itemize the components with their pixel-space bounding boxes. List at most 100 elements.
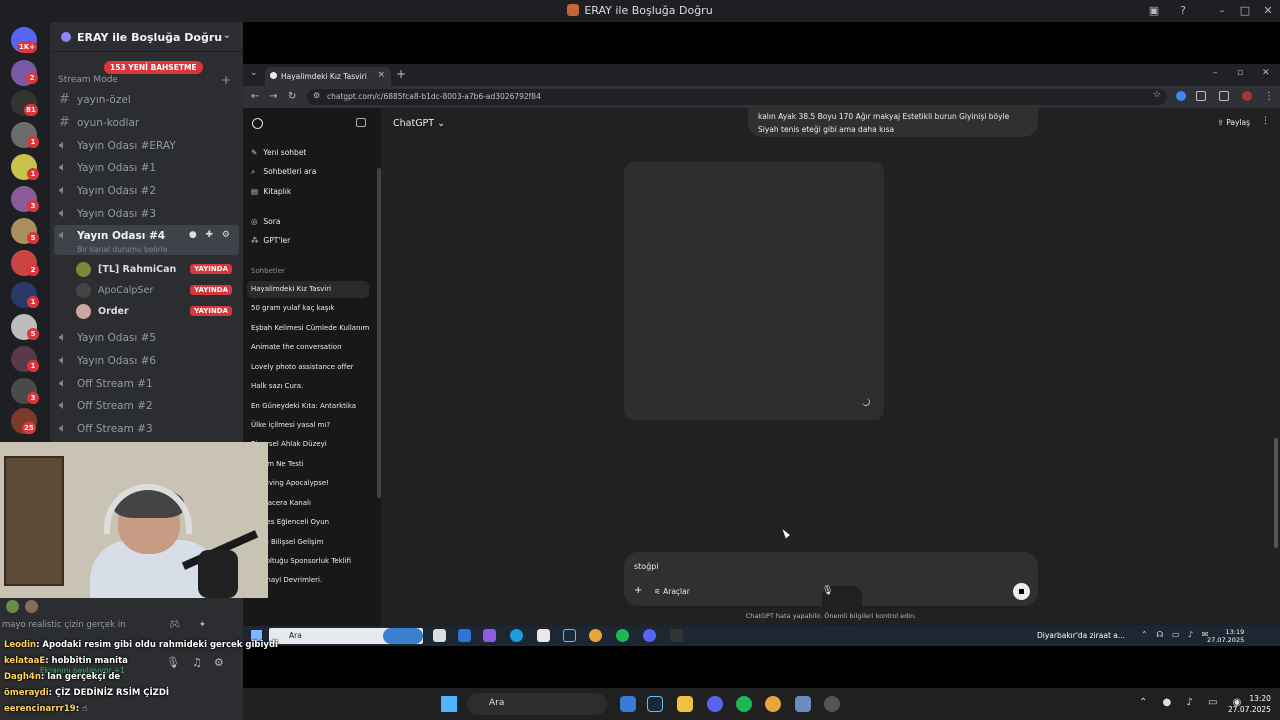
- clock[interactable]: 13:20 27.07.2025: [1228, 693, 1271, 715]
- app-icon[interactable]: [670, 629, 683, 642]
- steam-icon[interactable]: [563, 629, 576, 642]
- profile-avatar[interactable]: [1242, 91, 1252, 101]
- maximize-button[interactable]: □: [1237, 3, 1253, 19]
- spotify-icon[interactable]: [616, 629, 629, 642]
- conversation-item[interactable]: Animate the conversation: [247, 339, 369, 356]
- library-button[interactable]: ▤ Kitaplık: [251, 187, 291, 196]
- mention-pill[interactable]: 153 YENİ BAHSETME: [104, 61, 203, 74]
- headphones-icon[interactable]: ♫: [192, 656, 214, 669]
- voice-channel-item[interactable]: 🔈︎ Yayın Odası #5: [54, 327, 239, 349]
- bookmark-star-icon[interactable]: ☆: [1153, 90, 1161, 100]
- spotify-icon[interactable]: [736, 696, 752, 712]
- voice-channel-item[interactable]: 🔈︎ Yayın Odası #3: [54, 203, 239, 225]
- forward-icon[interactable]: →: [269, 91, 277, 102]
- voice-channel-item[interactable]: 🔈︎ Off Stream #2: [54, 395, 239, 417]
- system-tray[interactable]: ⌃ ☊ ▭ ♪ ✉: [1141, 630, 1211, 639]
- speaker-icon: 🔈︎: [59, 206, 67, 221]
- chrome-icon[interactable]: [765, 696, 781, 712]
- edge-icon[interactable]: [510, 629, 523, 642]
- close-button[interactable]: ✕: [1260, 3, 1276, 19]
- attach-plus-icon[interactable]: +: [634, 585, 642, 596]
- conversation-item[interactable]: En Güneydeki Kıta: Antarktika: [247, 398, 369, 415]
- conversation-item[interactable]: Lovely photo assistance offer: [247, 359, 369, 376]
- discord-icon[interactable]: [643, 629, 656, 642]
- browser-tab[interactable]: Hayalimdeki Kız Tasviri ×: [265, 67, 391, 86]
- voice-user[interactable]: ApoCalpSer YAYINDA: [76, 281, 236, 301]
- gpts-button[interactable]: ⁂ GPT'ler: [251, 236, 290, 245]
- microphone-icon[interactable]: 🎙︎: [166, 656, 192, 669]
- model-selector[interactable]: ChatGPT ⌄: [393, 118, 445, 129]
- store-icon[interactable]: [537, 629, 550, 642]
- tab-close-icon[interactable]: ×: [377, 70, 385, 80]
- voice-channel-item[interactable]: 🔈︎ Yayın Odası #ERAY: [54, 135, 239, 157]
- channel-tools[interactable]: ● ✚ ⚙: [189, 230, 233, 240]
- speaker-icon: 🔈︎: [59, 421, 67, 436]
- channel-status[interactable]: Bir kanal durumu belirle: [77, 245, 167, 254]
- photos-icon[interactable]: [620, 696, 636, 712]
- sora-button[interactable]: ◎ Sora: [251, 217, 280, 226]
- reading-list-icon[interactable]: [1219, 91, 1229, 101]
- sidebar-toggle-icon[interactable]: [356, 118, 366, 127]
- extensions-puzzle-icon[interactable]: [1196, 91, 1206, 101]
- site-info-icon[interactable]: ⚙: [313, 91, 320, 100]
- nav-bar: ← → ↻ ⚙ chatgpt.com/c/6885fca8-b1dc-8003…: [243, 86, 1280, 108]
- outlook-icon[interactable]: [458, 629, 471, 642]
- conversation-item-selected[interactable]: Hayalimdeki Kız Tasviri: [247, 281, 369, 298]
- guild-header[interactable]: ERAY ile Boşluğa Doğru ⌄: [50, 22, 243, 52]
- steam-icon[interactable]: [647, 696, 663, 712]
- obs-icon[interactable]: [824, 696, 840, 712]
- back-icon[interactable]: ←: [251, 91, 259, 102]
- voice-user[interactable]: Order YAYINDA: [76, 302, 236, 322]
- more-options-icon[interactable]: ⋮: [1261, 116, 1270, 126]
- tools-button[interactable]: ⚟ Araçlar: [654, 587, 690, 596]
- composer[interactable]: stoğpi + ⚟ Araçlar 🎙︎: [624, 552, 1038, 634]
- menu-dots-icon[interactable]: ⋮: [1264, 91, 1274, 102]
- reload-icon[interactable]: ↻: [288, 91, 296, 102]
- voice-channel-item[interactable]: 🔈︎ Yayın Odası #1: [54, 157, 239, 179]
- hash-icon: #: [59, 92, 70, 107]
- conversation-item[interactable]: Halk sazı Cura.: [247, 378, 369, 395]
- taskbar-search[interactable]: Ara: [467, 693, 607, 715]
- channel-item[interactable]: # yayın-özel: [54, 89, 239, 111]
- windows-start-icon[interactable]: [441, 696, 457, 712]
- voice-channel-item[interactable]: 🔈︎ Yayın Odası #6: [54, 350, 239, 372]
- add-channel-icon[interactable]: +: [221, 73, 231, 87]
- unread-badge: 2: [26, 72, 38, 84]
- user-controls[interactable]: 🎙︎♫⚙: [166, 656, 236, 669]
- voice-channel-item[interactable]: 🔈︎ Off Stream #3: [54, 418, 239, 440]
- voice-channel-item[interactable]: 🔈︎ Yayın Odası #2: [54, 180, 239, 202]
- help-icon[interactable]: ?: [1175, 3, 1191, 19]
- channel-item[interactable]: # oyun-kodlar: [54, 112, 239, 134]
- news-widget[interactable]: Diyarbakır'da ziraat a...: [1037, 631, 1125, 640]
- gear-icon[interactable]: ⚙: [214, 656, 236, 669]
- conversation-item[interactable]: Eşbah Kelimesi Cümlede Kullanımı: [247, 320, 369, 337]
- close-button[interactable]: ✕: [1262, 68, 1270, 78]
- clock[interactable]: 13:19 27.07.2025: [1207, 628, 1244, 644]
- address-bar[interactable]: ⚙ chatgpt.com/c/6885fca8-b1dc-8003-a7b6-…: [307, 89, 1167, 105]
- voice-user[interactable]: [TL] RahmiCan YAYINDA: [76, 260, 236, 280]
- activity-controls[interactable]: 🎮︎ ✦: [169, 620, 214, 630]
- file-explorer-icon[interactable]: [677, 696, 693, 712]
- voice-channel-item[interactable]: 🔈︎ Off Stream #1: [54, 373, 239, 395]
- chrome-icon[interactable]: [589, 629, 602, 642]
- conversation-item[interactable]: 50 gram yulaf kaç kaşık: [247, 300, 369, 317]
- discord-icon[interactable]: [707, 696, 723, 712]
- stop-button[interactable]: [1013, 583, 1030, 600]
- share-button[interactable]: ⇪ Paylaş: [1218, 118, 1251, 127]
- app-icon[interactable]: [795, 696, 811, 712]
- search-chats-button[interactable]: ⌕ Sohbetleri ara: [251, 167, 316, 177]
- minimize-button[interactable]: –: [1214, 3, 1230, 19]
- maximize-button[interactable]: ▫: [1237, 68, 1243, 78]
- inbox-icon[interactable]: ▣: [1146, 3, 1162, 19]
- copilot-icon[interactable]: [483, 629, 496, 642]
- conversation-item[interactable]: Ülke içilmesi yasal mı?: [247, 417, 369, 434]
- extension-icon[interactable]: [1176, 91, 1186, 101]
- task-view-icon[interactable]: [433, 629, 446, 642]
- composer-input[interactable]: stoğpi: [634, 562, 659, 571]
- tab-search-icon[interactable]: ⌄: [250, 68, 258, 78]
- main-scrollbar[interactable]: [1274, 438, 1278, 548]
- minimize-button[interactable]: –: [1213, 68, 1218, 78]
- new-tab-icon[interactable]: +: [396, 67, 406, 81]
- new-chat-button[interactable]: ✎ Yeni sohbet: [251, 148, 306, 157]
- openai-logo-icon[interactable]: [252, 118, 263, 129]
